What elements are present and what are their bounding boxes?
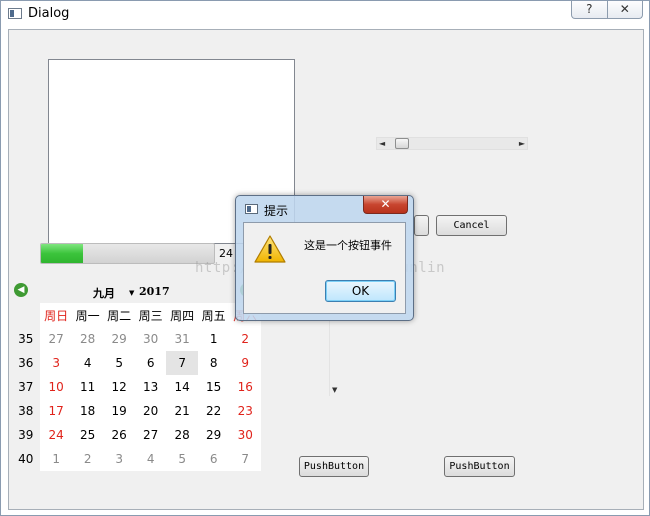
calendar-day[interactable]: 14: [166, 375, 198, 399]
weekday-header: 周日: [40, 303, 72, 327]
weekday-header: 周二: [103, 303, 135, 327]
caption-buttons: ? ✕: [571, 1, 643, 19]
weekday-header: 周五: [197, 303, 230, 327]
calendar-day[interactable]: 3: [40, 351, 72, 375]
calendar-day[interactable]: 23: [229, 399, 261, 423]
help-button[interactable]: ?: [572, 1, 608, 18]
calendar-day[interactable]: 6: [198, 447, 230, 471]
weekday-header: 周一: [71, 303, 104, 327]
calendar-day[interactable]: 9: [229, 351, 261, 375]
calendar-week-row: 37 10 11 12 13 14 15 16: [11, 375, 261, 399]
week-number: 40: [11, 447, 41, 471]
message-box-body: 这是一个按钮事件 OK: [243, 222, 406, 314]
calendar-week-row: 36 3 4 5 6 7 8 9: [11, 351, 261, 375]
message-box: 提示 ✕ 这是一个按钮事件 OK: [235, 195, 414, 321]
calendar-day[interactable]: 15: [198, 375, 230, 399]
push-button-1[interactable]: PushButton: [299, 456, 369, 477]
week-number: 35: [11, 327, 41, 351]
close-button[interactable]: ✕: [608, 1, 643, 18]
calendar-day[interactable]: 12: [103, 375, 135, 399]
calendar-day[interactable]: 28: [166, 423, 198, 447]
partially-hidden-button[interactable]: [414, 215, 429, 236]
calendar-week-row: 38 17 18 19 20 21 22 23: [11, 399, 261, 423]
weekday-header: 周三: [134, 303, 167, 327]
scroll-right-icon[interactable]: ►: [519, 138, 525, 149]
window-icon: [8, 8, 22, 19]
week-number: 38: [11, 399, 41, 423]
year-selector[interactable]: 2017: [139, 285, 170, 298]
calendar-day[interactable]: 27: [40, 327, 72, 351]
calendar-week-row: 35 27 28 29 30 31 1 2: [11, 327, 261, 351]
calendar-day[interactable]: 16: [229, 375, 261, 399]
calendar-day[interactable]: 30: [229, 423, 261, 447]
month-selector[interactable]: 九月: [93, 285, 115, 301]
calendar-day[interactable]: 29: [103, 327, 135, 351]
weekday-header: 周四: [166, 303, 198, 327]
calendar-nav: ◀ 九月 ▼ 2017 ▶: [11, 279, 261, 303]
calendar-day[interactable]: 8: [198, 351, 230, 375]
calendar-widget[interactable]: ◀ 九月 ▼ 2017 ▶ 周日周一周二周三周四周五周六 35272829303…: [11, 279, 261, 473]
calendar-day[interactable]: 27: [135, 423, 167, 447]
message-box-close-button[interactable]: ✕: [363, 196, 408, 214]
progress-bar: [40, 243, 215, 264]
title-bar: Dialog ? ✕: [1, 1, 649, 27]
calendar-day[interactable]: 11: [72, 375, 104, 399]
scroll-left-icon[interactable]: ◄: [379, 138, 385, 149]
message-box-window-icon: [245, 204, 258, 214]
calendar-grid: 周日周一周二周三周四周五周六 3527282930311236345678937…: [11, 303, 261, 471]
calendar-day[interactable]: 10: [40, 375, 72, 399]
calendar-day[interactable]: 19: [103, 399, 135, 423]
calendar-day[interactable]: 26: [103, 423, 135, 447]
calendar-day[interactable]: 17: [40, 399, 72, 423]
calendar-day[interactable]: 22: [198, 399, 230, 423]
message-box-title: 提示: [264, 204, 289, 218]
calendar-day[interactable]: 2: [229, 327, 261, 351]
calendar-day[interactable]: 4: [135, 447, 167, 471]
week-number: 39: [11, 423, 41, 447]
calendar-body: 35 27 28 29 30 31 1 2 36 3 4 5 6 7 8 9 37 10 11 12 13 14 15 16 3…: [11, 327, 261, 471]
calendar-day[interactable]: 28: [72, 327, 104, 351]
calendar-day[interactable]: 2: [72, 447, 104, 471]
horizontal-scrollbar[interactable]: ◄ ►: [376, 137, 528, 150]
calendar-week-row: 40 1 2 3 4 5 6 7: [11, 447, 261, 471]
week-number-header: [11, 303, 41, 327]
calendar-day[interactable]: 24: [40, 423, 72, 447]
week-number: 36: [11, 351, 41, 375]
calendar-day[interactable]: 18: [72, 399, 104, 423]
week-number: 37: [11, 375, 41, 399]
calendar-week-row: 39 24 25 26 27 28 29 30: [11, 423, 261, 447]
scroll-down-icon[interactable]: ▼: [332, 386, 337, 394]
calendar-day[interactable]: 1: [40, 447, 72, 471]
window-title: Dialog: [28, 6, 70, 21]
calendar-day[interactable]: 25: [72, 423, 104, 447]
calendar-day[interactable]: 4: [72, 351, 104, 375]
calendar-day[interactable]: 5: [166, 447, 198, 471]
message-text: 这是一个按钮事件: [304, 239, 392, 252]
push-button-2[interactable]: PushButton: [444, 456, 515, 477]
calendar-day[interactable]: 6: [135, 351, 167, 375]
calendar-day[interactable]: 29: [198, 423, 230, 447]
calendar-day[interactable]: 1: [198, 327, 230, 351]
ok-button[interactable]: OK: [325, 280, 396, 302]
prev-month-icon[interactable]: ◀: [14, 283, 28, 297]
progress-label: 24: [219, 247, 233, 260]
calendar-day[interactable]: 30: [135, 327, 167, 351]
calendar-day[interactable]: 31: [166, 327, 198, 351]
calendar-day[interactable]: 21: [166, 399, 198, 423]
calendar-day[interactable]: 5: [103, 351, 135, 375]
calendar-day[interactable]: 20: [135, 399, 167, 423]
month-dropdown-icon[interactable]: ▼: [129, 289, 134, 297]
progress-fill: [41, 244, 83, 263]
calendar-day[interactable]: 7: [166, 351, 198, 375]
scroll-thumb[interactable]: [395, 138, 409, 149]
calendar-day[interactable]: 3: [103, 447, 135, 471]
cancel-button[interactable]: Cancel: [436, 215, 507, 236]
calendar-day[interactable]: 7: [229, 447, 261, 471]
weekday-header-row: 周日周一周二周三周四周五周六: [11, 303, 261, 327]
calendar-day[interactable]: 13: [135, 375, 167, 399]
warning-icon: [254, 235, 286, 263]
vertical-scrollbar[interactable]: ▼: [329, 320, 342, 396]
